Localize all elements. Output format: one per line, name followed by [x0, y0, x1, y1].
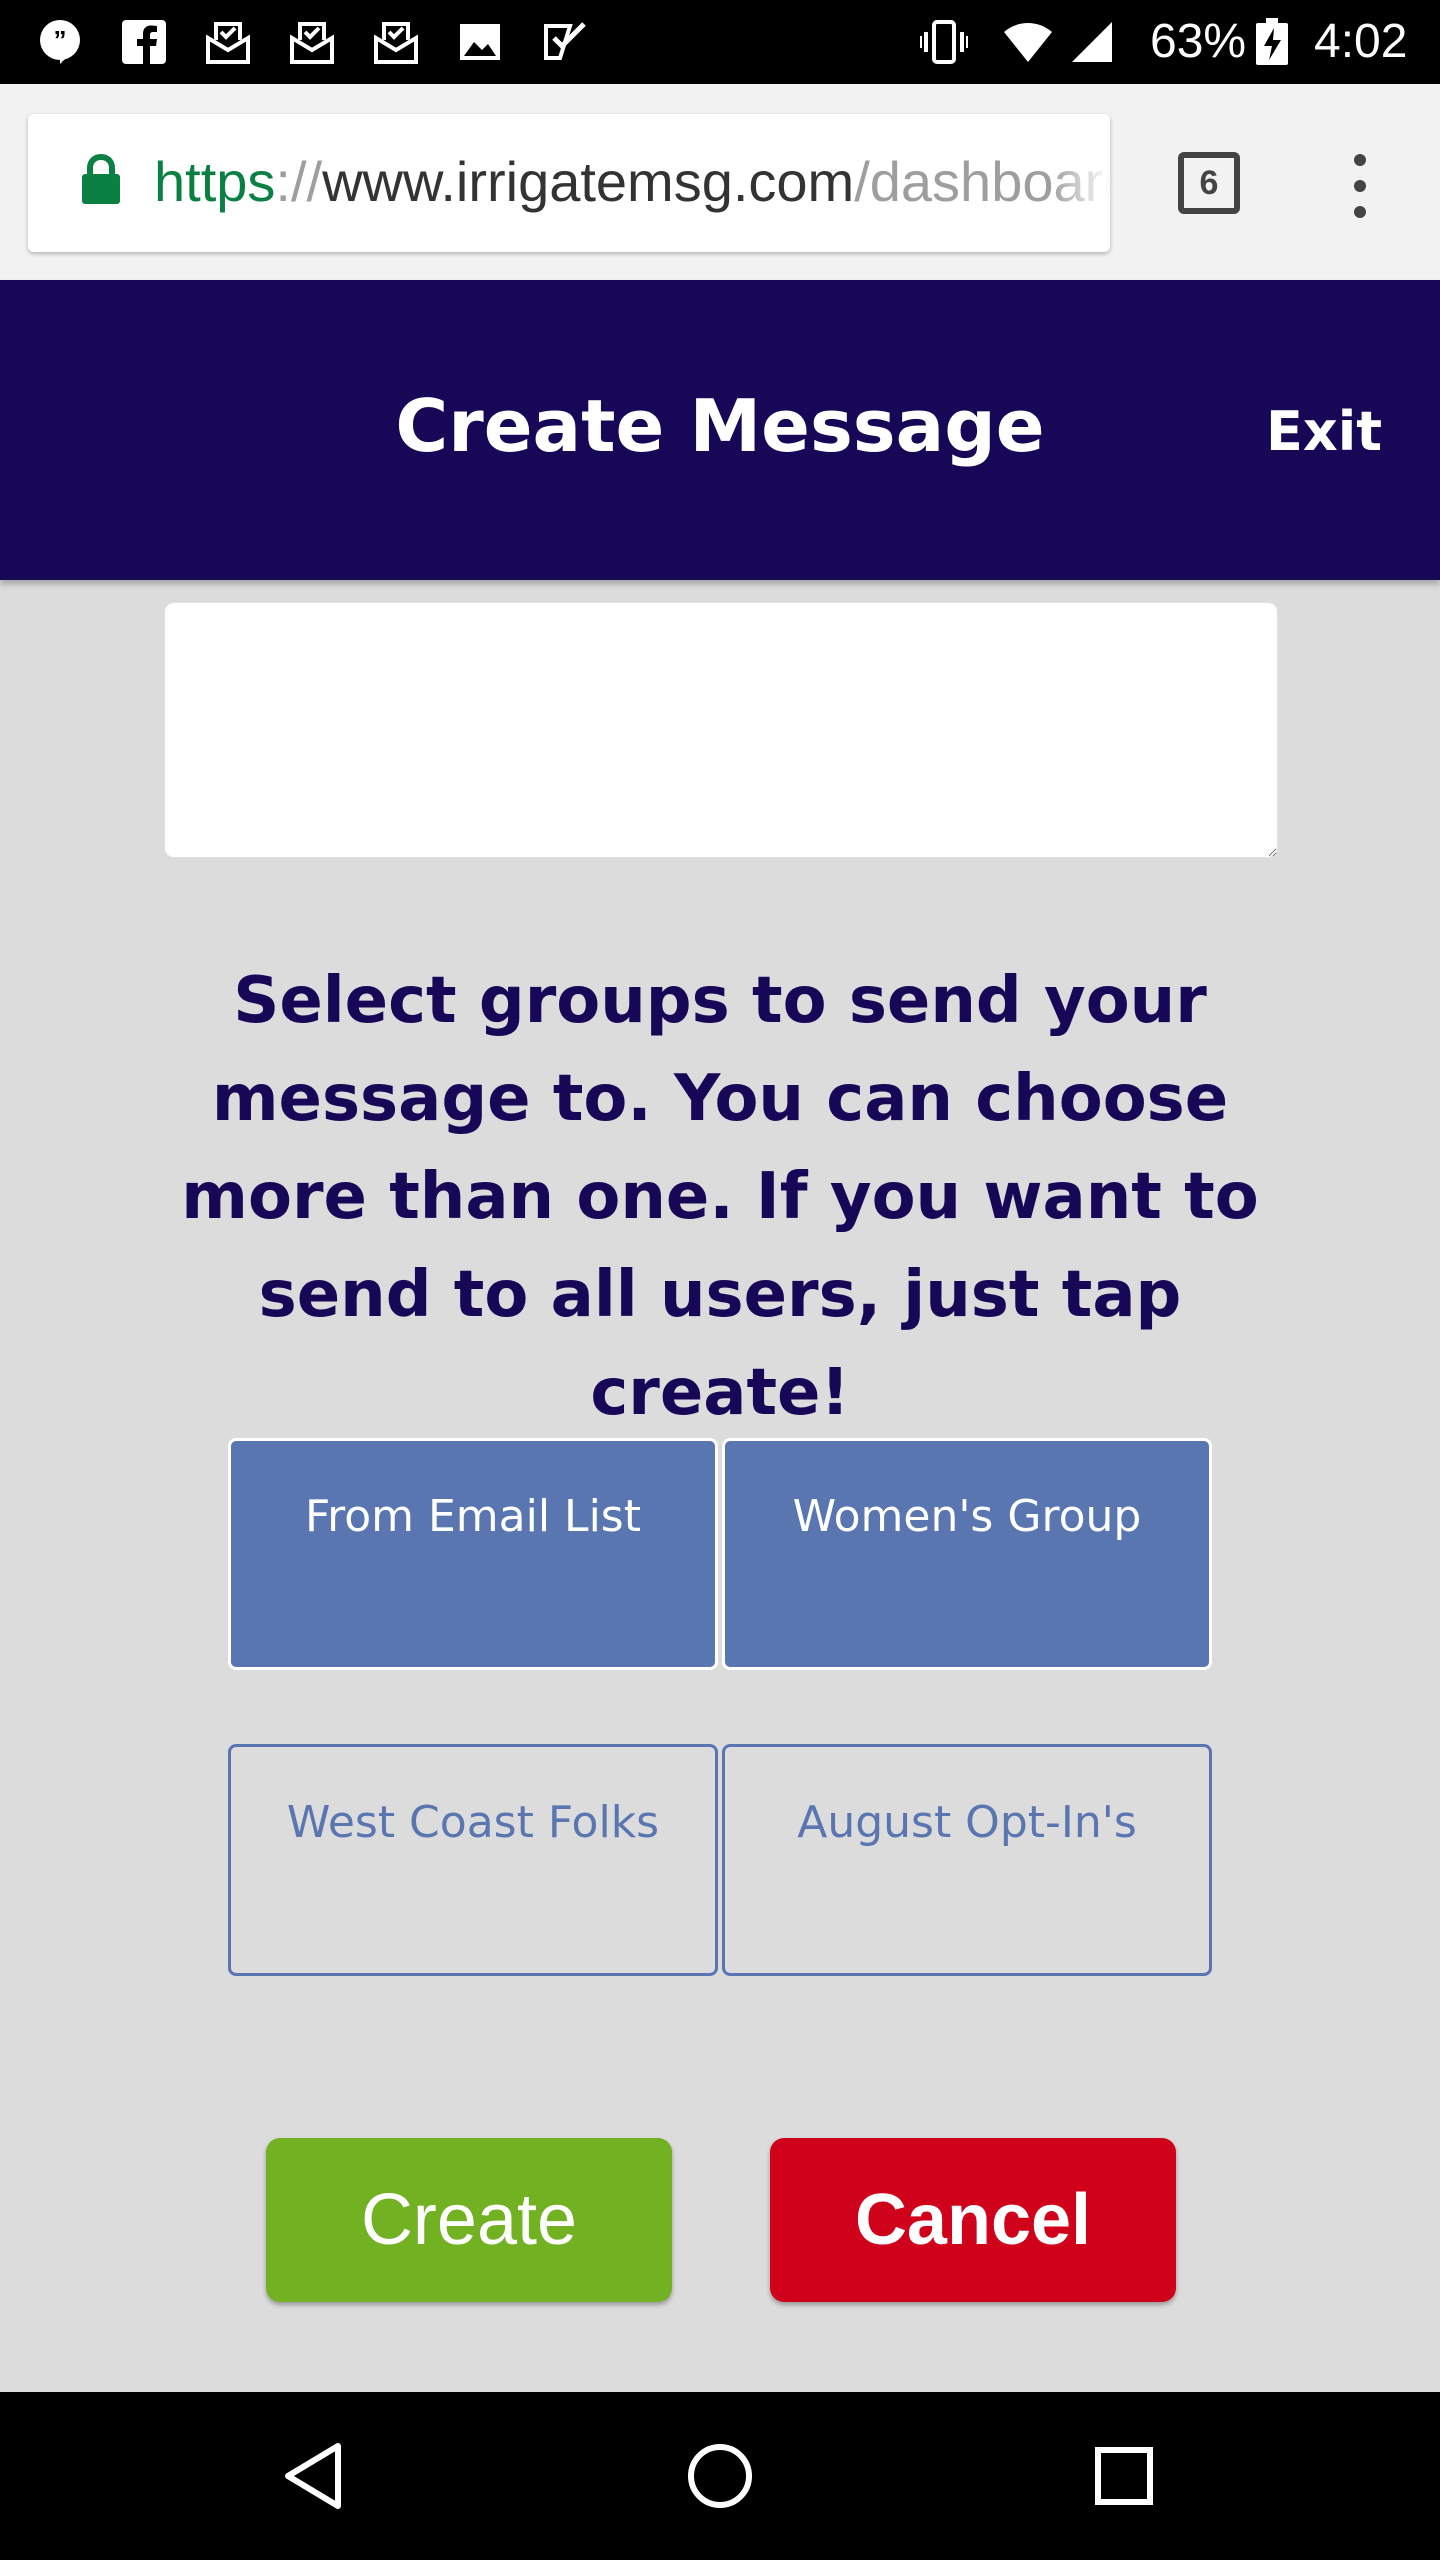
- status-bar: ” 63% 4:02: [0, 0, 1440, 84]
- exit-button[interactable]: Exit: [1266, 400, 1382, 463]
- tab-switcher-button[interactable]: 6: [1178, 152, 1240, 214]
- group-button-west-coast-folks[interactable]: West Coast Folks: [228, 1744, 718, 1976]
- mail-icon: [290, 22, 334, 64]
- lock-icon: [82, 154, 120, 204]
- photo-icon: [460, 24, 500, 60]
- recents-icon[interactable]: [1084, 2436, 1164, 2516]
- app-header: Create Message Exit: [0, 280, 1440, 580]
- svg-text:”: ”: [54, 25, 67, 55]
- group-button-womens-group[interactable]: Women's Group: [722, 1438, 1212, 1670]
- mail-icon: [206, 22, 250, 64]
- create-button[interactable]: Create: [266, 2138, 672, 2302]
- group-instructions: Select groups to send your message to. Y…: [181, 964, 1259, 1430]
- message-input[interactable]: [164, 602, 1278, 858]
- group-button-from-email-list[interactable]: From Email List: [228, 1438, 718, 1670]
- browser-toolbar: https://www.irrigatemsg.com/dashboard 6: [0, 84, 1440, 280]
- wifi-icon: [1004, 23, 1052, 62]
- mail-icon: [374, 22, 418, 64]
- url-fade: [1050, 114, 1110, 252]
- url-text: https://www.irrigatemsg.com/dashboard: [154, 150, 1110, 214]
- battery-charging-icon: [1256, 18, 1288, 65]
- task-icon: [544, 22, 586, 60]
- more-options-icon[interactable]: [1340, 146, 1380, 226]
- back-icon[interactable]: [276, 2436, 356, 2516]
- url-host: www.irrigatemsg.com: [322, 150, 855, 213]
- vibrate-icon: [920, 20, 968, 64]
- url-scheme: https: [154, 150, 276, 213]
- page-title: Create Message: [395, 384, 1045, 468]
- group-button-august-opt-ins[interactable]: August Opt-In's: [722, 1744, 1212, 1976]
- home-icon[interactable]: [680, 2436, 760, 2516]
- signal-icon: [1072, 22, 1112, 62]
- url-separator: ://: [275, 150, 323, 213]
- facebook-icon: [122, 20, 166, 64]
- address-bar[interactable]: https://www.irrigatemsg.com/dashboard: [28, 114, 1110, 252]
- system-nav-bar: [0, 2392, 1440, 2560]
- battery-percent: 63%: [1150, 15, 1247, 68]
- cancel-button[interactable]: Cancel: [770, 2138, 1176, 2302]
- clock: 4:02: [1314, 15, 1408, 68]
- hangouts-icon: ”: [40, 20, 80, 64]
